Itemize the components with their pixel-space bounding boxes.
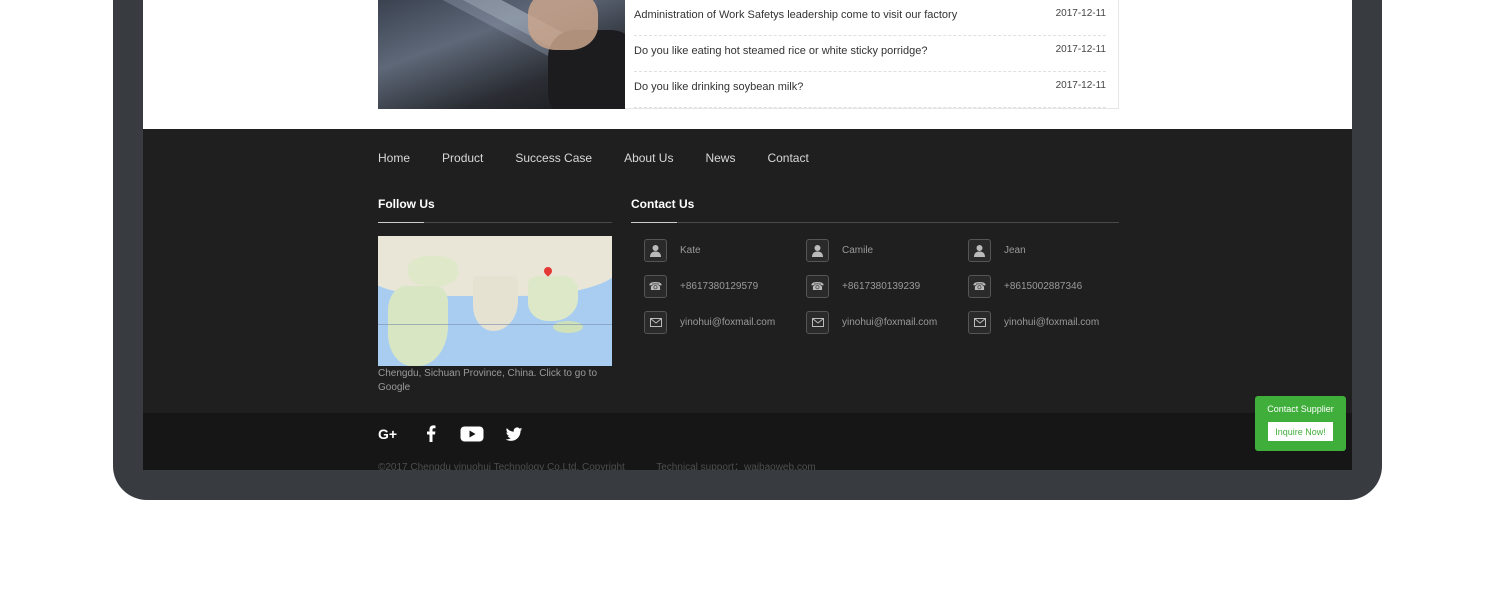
news-list: Administration of Work Safetys leadershi…	[625, 0, 1119, 109]
news-item[interactable]: Do you like drinking soybean milk? 2017-…	[634, 72, 1106, 108]
news-item[interactable]: Do you like eating hot steamed rice or w…	[634, 36, 1106, 72]
copyright-text: ©2017 Chengdu yinuohui Technology Co.Ltd…	[378, 458, 816, 470]
footer-nav-about-us[interactable]: About Us	[624, 151, 673, 165]
contact-phone: +8615002887346	[1004, 281, 1083, 292]
facebook-icon[interactable]	[425, 425, 437, 448]
contact-supplier-title[interactable]: Contact Supplier	[1255, 404, 1346, 414]
contact-phone: +8617380129579	[680, 281, 759, 292]
phone-icon: ☎	[968, 275, 991, 298]
footer-nav-contact[interactable]: Contact	[767, 151, 808, 165]
contact-name: Jean	[1004, 245, 1026, 256]
news-title[interactable]: Administration of Work Safetys leadershi…	[634, 9, 957, 21]
contact-phone: +8617380139239	[842, 281, 921, 292]
contact-email[interactable]: yinohui@foxmail.com	[1004, 317, 1099, 328]
location-map[interactable]	[378, 236, 612, 366]
contact-supplier-widget: Contact Supplier Inquire Now!	[1255, 396, 1346, 451]
news-section: Administration of Work Safetys leadershi…	[143, 0, 1352, 129]
contact-us-divider	[631, 222, 1119, 223]
page-screen: Administration of Work Safetys leadershi…	[143, 0, 1352, 470]
mail-icon	[644, 311, 667, 334]
google-plus-icon[interactable]: G+	[378, 425, 400, 448]
news-title[interactable]: Do you like drinking soybean milk?	[634, 81, 803, 93]
news-photo[interactable]	[378, 0, 625, 109]
contact-email[interactable]: yinohui@foxmail.com	[680, 317, 775, 328]
svg-text:G+: G+	[378, 426, 397, 442]
news-date: 2017-12-11	[1055, 8, 1106, 19]
copyright: ©2017 Chengdu yinuohui Technology Co.Ltd…	[378, 462, 625, 470]
footer-nav-success-case[interactable]: Success Case	[515, 151, 592, 165]
footer-nav-home[interactable]: Home	[378, 151, 410, 165]
contact-name: Camile	[842, 245, 874, 256]
follow-us-title: Follow Us	[378, 197, 435, 211]
news-title[interactable]: Do you like eating hot steamed rice or w…	[634, 45, 927, 57]
person-icon	[968, 239, 991, 262]
footer-nav-news[interactable]: News	[705, 151, 735, 165]
news-date: 2017-12-11	[1055, 80, 1106, 91]
phone-icon: ☎	[806, 275, 829, 298]
phone-icon: ☎	[644, 275, 667, 298]
contact-name: Kate	[680, 245, 701, 256]
mail-icon	[806, 311, 829, 334]
person-icon	[806, 239, 829, 262]
mail-icon	[968, 311, 991, 334]
map-caption[interactable]: Chengdu, Sichuan Province, China. Click …	[378, 367, 612, 395]
news-item[interactable]: Administration of Work Safetys leadershi…	[634, 0, 1106, 36]
youtube-icon[interactable]	[460, 425, 484, 448]
footer-nav: Home Product Success Case About Us News …	[378, 151, 841, 165]
twitter-icon[interactable]	[505, 425, 523, 448]
technical-support[interactable]: Technical support：waibaoweb.com	[656, 462, 816, 470]
follow-us-divider	[378, 222, 612, 223]
footer-nav-product[interactable]: Product	[442, 151, 483, 165]
person-icon	[644, 239, 667, 262]
news-date: 2017-12-11	[1055, 44, 1106, 55]
inquire-now-button[interactable]: Inquire Now!	[1268, 422, 1333, 441]
contact-email[interactable]: yinohui@foxmail.com	[842, 317, 937, 328]
contact-us-title: Contact Us	[631, 197, 695, 211]
